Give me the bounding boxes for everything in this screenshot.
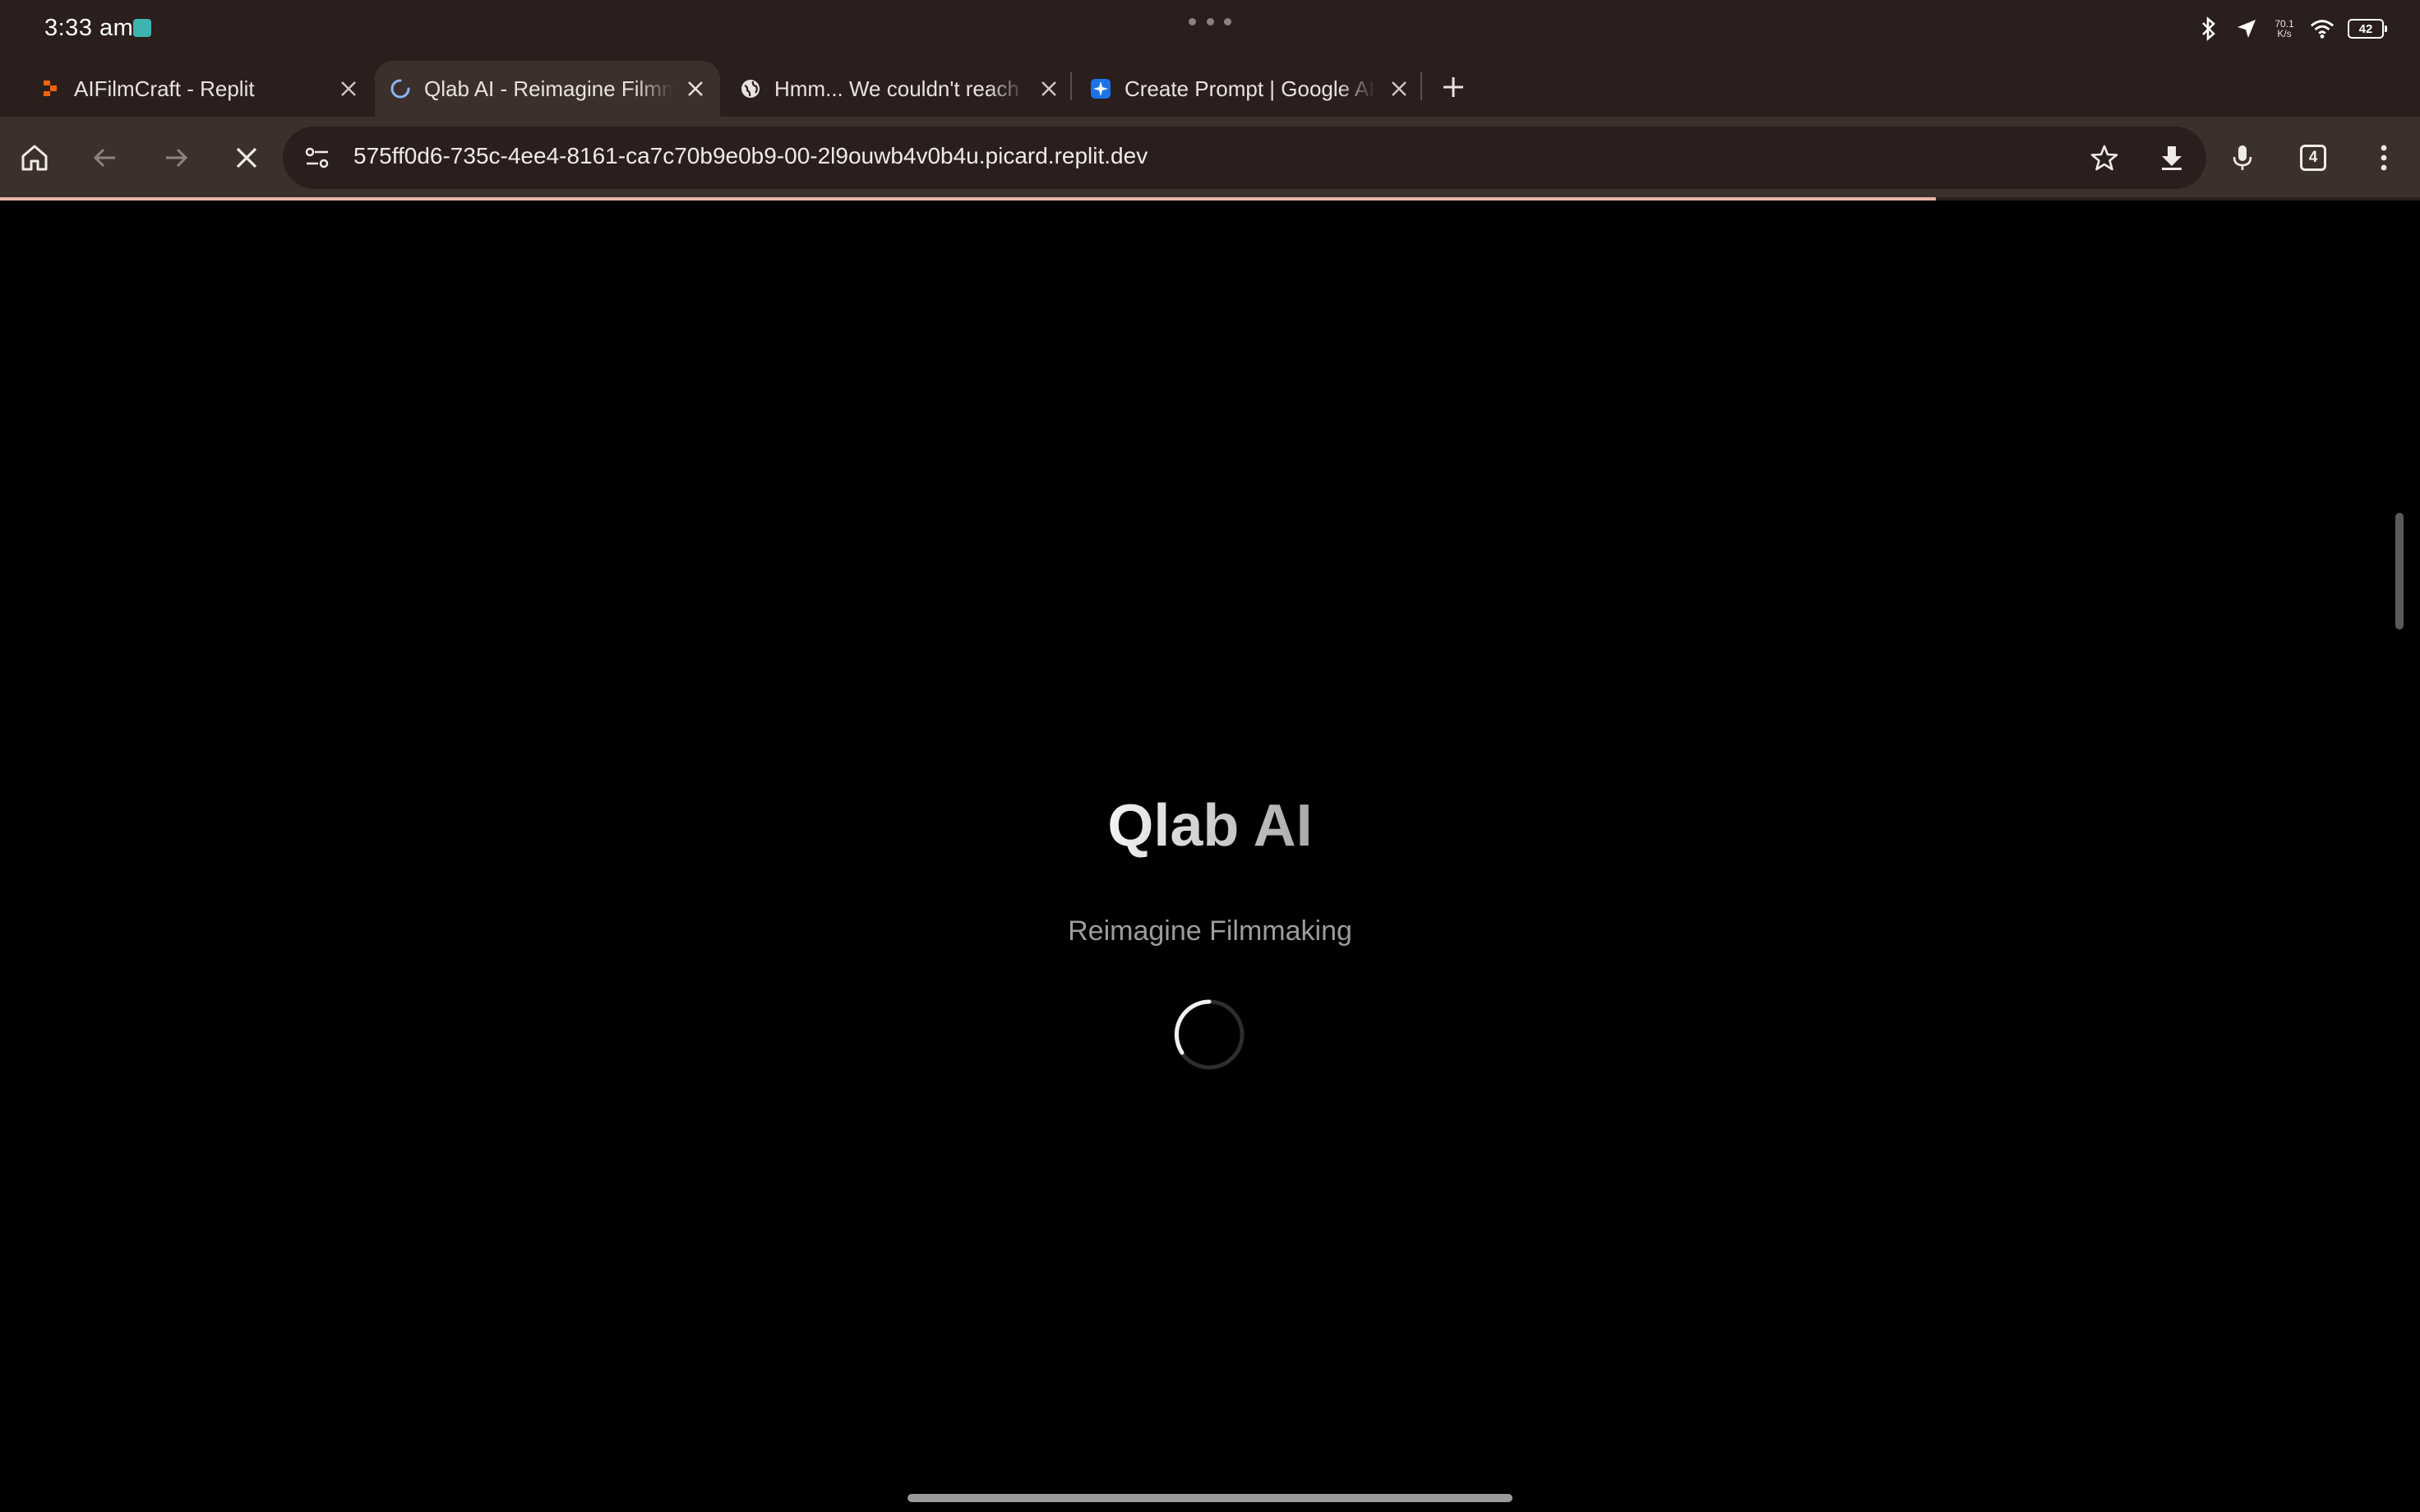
url-text: 575ff0d6-735c-4ee4-8161-ca7c70b9e0b9-00-…: [353, 143, 1148, 168]
location-icon: [2234, 16, 2259, 41]
tab-title: Hmm... We couldn't reach this page: [774, 76, 1026, 101]
forward-button[interactable]: [153, 135, 199, 181]
status-bar: 3:33 am 70.1 K/s 42: [0, 0, 2420, 59]
tab-google-ai-studio[interactable]: Create Prompt | Google AI Studio: [1090, 61, 1411, 117]
browser-toolbar: 575ff0d6-735c-4ee4-8161-ca7c70b9e0b9-00-…: [0, 117, 2420, 199]
globe-icon: [740, 78, 761, 99]
download-icon: [2162, 146, 2182, 170]
home-icon: [21, 145, 48, 171]
new-tab-button[interactable]: [1437, 71, 1470, 104]
status-icons: 70.1 K/s 42: [2196, 15, 2387, 43]
tab-count: 4: [2308, 149, 2318, 166]
gesture-home-indicator[interactable]: [908, 1494, 1512, 1502]
star-icon: [2090, 145, 2118, 171]
page-subtitle: Reimagine Filmmaking: [1068, 915, 1352, 947]
google-ai-studio-icon: [1090, 78, 1111, 99]
loading-spinner-icon: [390, 78, 411, 99]
microphone-icon: [2233, 145, 2252, 170]
browser-chrome: 3:33 am 70.1 K/s 42 AIFilmCraft - Replit…: [0, 0, 2420, 201]
arrow-right-icon: [166, 148, 188, 168]
close-tab-icon[interactable]: [1037, 77, 1060, 100]
more-menu-button[interactable]: [2361, 135, 2407, 181]
tab-strip: AIFilmCraft - Replit Qlab AI - Reimagine…: [0, 61, 2420, 117]
plus-icon: [1443, 77, 1463, 97]
arrow-left-icon: [93, 148, 115, 168]
replit-icon: [39, 78, 61, 99]
close-tab-icon[interactable]: [337, 77, 360, 100]
voice-search-button[interactable]: [2219, 135, 2265, 181]
bluetooth-icon: [2196, 16, 2221, 41]
tab-switcher-button[interactable]: 4: [2290, 135, 2336, 181]
close-tab-icon[interactable]: [684, 77, 707, 100]
close-icon: [236, 147, 257, 168]
scrollbar-thumb[interactable]: [2395, 513, 2404, 629]
notification-app-icon: [133, 19, 151, 37]
tab-title: AIFilmCraft - Replit: [74, 76, 255, 101]
web-page: Qlab AI Reimagine Filmmaking: [0, 201, 2420, 1512]
bookmark-button[interactable]: [2081, 135, 2127, 181]
back-button[interactable]: [82, 135, 128, 181]
tab-divider: [1070, 72, 1072, 100]
tab-title: Create Prompt | Google AI Studio: [1125, 76, 1376, 101]
site-settings-icon[interactable]: [301, 141, 334, 174]
multitask-dots-icon[interactable]: [1189, 18, 1231, 26]
tab-aifilmcraft[interactable]: AIFilmCraft - Replit: [39, 61, 360, 117]
tab-title: Qlab AI - Reimagine Filmmaking: [424, 76, 672, 101]
download-button[interactable]: [2149, 135, 2195, 181]
tab-count-icon: 4: [2300, 145, 2326, 171]
network-speed: 70.1 K/s: [2272, 19, 2297, 39]
network-speed-unit: K/s: [2277, 28, 2292, 39]
more-vertical-icon: [2381, 145, 2387, 171]
stop-loading-button[interactable]: [224, 135, 270, 181]
close-tab-icon[interactable]: [1388, 77, 1411, 100]
battery-icon: 42: [2348, 19, 2387, 39]
loading-spinner-icon: [1172, 998, 1246, 1072]
tab-divider: [1420, 72, 1422, 100]
wifi-icon: [2310, 16, 2335, 41]
page-title: Qlab AI: [0, 792, 2420, 860]
app-logo-text: Qlab AI: [1107, 793, 1313, 859]
tab-error-page[interactable]: Hmm... We couldn't reach this page: [740, 61, 1060, 117]
status-time: 3:33 am: [44, 15, 134, 41]
tab-qlab-ai[interactable]: Qlab AI - Reimagine Filmmaking: [375, 61, 720, 117]
home-button[interactable]: [12, 135, 58, 181]
address-bar[interactable]: 575ff0d6-735c-4ee4-8161-ca7c70b9e0b9-00-…: [283, 127, 2206, 189]
